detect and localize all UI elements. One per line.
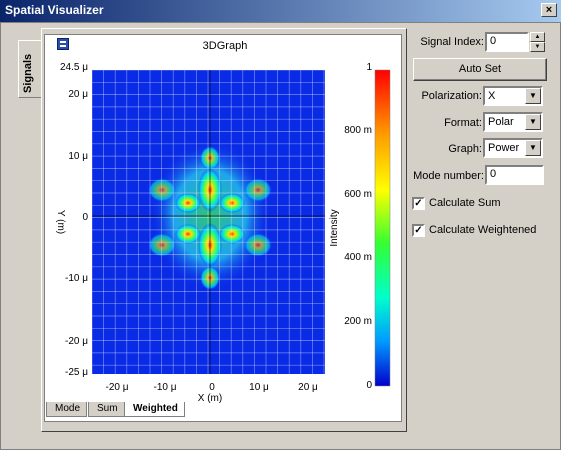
calculate-weighted-label: Calculate Weightened xyxy=(429,224,537,236)
x-tick-label: -20 μ xyxy=(106,382,129,393)
colorbar-tick-label: 400 m xyxy=(344,252,372,263)
polarization-label: Polarization: xyxy=(421,90,482,102)
polarization-select[interactable]: X ▼ xyxy=(483,86,543,106)
y-tick-label: 0 xyxy=(82,212,88,223)
spin-up-icon[interactable]: ▲ xyxy=(530,32,545,42)
tab-sum[interactable]: Sum xyxy=(88,402,125,417)
calculate-sum-checkbox[interactable]: ✓ xyxy=(412,197,425,210)
colorbar-tick-label: 200 m xyxy=(344,316,372,327)
mode-number-label: Mode number: xyxy=(413,170,484,182)
y-axis-top-label: 24.5 μ xyxy=(60,62,88,73)
colorbar-label: Intensity xyxy=(329,209,340,246)
spin-down-icon[interactable]: ▼ xyxy=(530,42,545,52)
signal-index-label: Signal Index: xyxy=(420,36,484,48)
x-axis-label: X (m) xyxy=(198,393,222,404)
x-tick-label: 0 xyxy=(209,382,215,393)
chevron-down-icon[interactable]: ▼ xyxy=(525,88,541,104)
y-tick-label: 10 μ xyxy=(68,151,88,162)
signal-index-input[interactable]: 0 xyxy=(485,32,529,52)
y-tick-label: -10 μ xyxy=(65,273,88,284)
y-tick-label: -20 μ xyxy=(65,336,88,347)
x-tick-label: 20 μ xyxy=(298,382,318,393)
tab-mode[interactable]: Mode xyxy=(46,402,88,417)
colorbar-tick-label: 1 xyxy=(366,62,372,73)
colorbar-tick-label: 800 m xyxy=(344,125,372,136)
x-tick-label: 10 μ xyxy=(249,382,269,393)
calculate-sum-label: Calculate Sum xyxy=(429,197,501,209)
chevron-down-icon[interactable]: ▼ xyxy=(525,114,541,130)
graph-label: Graph: xyxy=(448,143,482,155)
format-value: Polar xyxy=(488,116,514,128)
x-tick-label: -10 μ xyxy=(154,382,177,393)
mode-number-input[interactable]: 0 xyxy=(485,165,544,185)
y-tick-label: 20 μ xyxy=(68,89,88,100)
chevron-down-icon[interactable]: ▼ xyxy=(525,140,541,156)
colorbar-tick-label: 0 xyxy=(366,380,372,391)
y-axis-label: Y (m) xyxy=(55,210,66,234)
graph-value: Power xyxy=(488,142,520,154)
signal-index-stepper[interactable]: ▲ ▼ xyxy=(530,32,545,52)
tab-weighted[interactable]: Weighted xyxy=(124,402,185,417)
colorbar xyxy=(374,69,391,387)
y-tick-label: -25 μ xyxy=(65,367,88,378)
colorbar-tick-label: 600 m xyxy=(344,189,372,200)
graph-select[interactable]: Power ▼ xyxy=(483,138,543,158)
calculate-weighted-checkbox[interactable]: ✓ xyxy=(412,224,425,237)
auto-set-button[interactable]: Auto Set xyxy=(413,58,547,81)
polarization-value: X xyxy=(488,90,496,102)
format-label: Format: xyxy=(444,117,482,129)
format-select[interactable]: Polar ▼ xyxy=(483,112,543,132)
